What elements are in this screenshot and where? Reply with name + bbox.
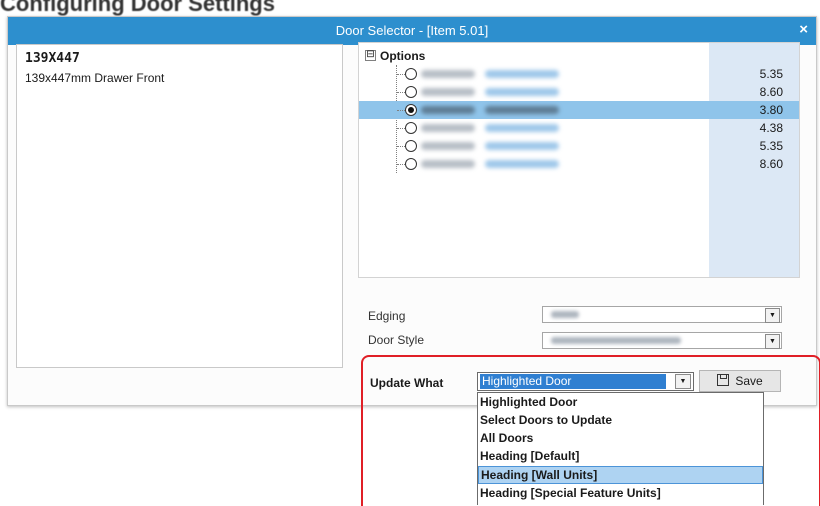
item-description: 139x447mm Drawer Front bbox=[25, 71, 165, 85]
update-what-label: Update What bbox=[370, 376, 444, 390]
update-what-select[interactable]: Highlighted Door ▼ bbox=[477, 372, 694, 391]
option-name-redacted bbox=[421, 70, 475, 78]
option-code-redacted bbox=[485, 124, 559, 132]
options-tree[interactable]: ⊟ Options 5.35 8.60 3.80 4.38 5.35 8.60 bbox=[358, 42, 800, 278]
chevron-down-icon[interactable]: ▼ bbox=[765, 334, 780, 349]
option-radio[interactable] bbox=[405, 86, 417, 98]
option-price: 8.60 bbox=[759, 157, 783, 171]
dropdown-option[interactable]: All Doors bbox=[478, 430, 763, 448]
tree-branch-line bbox=[397, 110, 405, 111]
tree-branch-line bbox=[397, 164, 405, 165]
save-label: Save bbox=[735, 374, 763, 388]
option-price: 8.60 bbox=[759, 85, 783, 99]
edging-select[interactable]: ▼ bbox=[542, 306, 782, 323]
background-window-strip: Configuring Door Settings bbox=[0, 0, 820, 16]
tree-branch-line bbox=[397, 92, 405, 93]
option-code-redacted bbox=[485, 142, 559, 150]
option-price: 5.35 bbox=[759, 139, 783, 153]
dropdown-option[interactable]: Heading [Special Feature Units] bbox=[478, 485, 763, 503]
dropdown-option[interactable]: Select Doors to Update bbox=[478, 412, 763, 430]
window-title: Door Selector - [Item 5.01] bbox=[335, 23, 489, 38]
tree-root-label: Options bbox=[380, 48, 426, 63]
option-name-redacted bbox=[421, 160, 475, 168]
option-name-redacted bbox=[421, 106, 475, 114]
floppy-disk-icon bbox=[717, 374, 730, 386]
tree-branch-line bbox=[397, 146, 405, 147]
option-radio[interactable] bbox=[405, 158, 417, 170]
option-code-redacted bbox=[485, 70, 559, 78]
chevron-down-icon[interactable]: ▼ bbox=[675, 374, 691, 389]
option-row[interactable]: 5.35 bbox=[359, 65, 799, 83]
door-style-label: Door Style bbox=[368, 333, 425, 347]
option-name-redacted bbox=[421, 142, 475, 150]
option-radio[interactable] bbox=[405, 122, 417, 134]
door-style-select[interactable]: ▼ bbox=[542, 332, 782, 349]
option-row[interactable]: 4.38 bbox=[359, 119, 799, 137]
save-button[interactable]: Save bbox=[699, 370, 781, 392]
collapse-icon[interactable]: ⊟ bbox=[365, 50, 376, 62]
edging-label: Edging bbox=[368, 309, 406, 323]
option-code-redacted bbox=[485, 160, 559, 168]
tree-branch-line bbox=[397, 74, 405, 75]
option-price: 5.35 bbox=[759, 67, 783, 81]
update-what-value: Highlighted Door bbox=[480, 374, 666, 389]
update-what-dropdown-list[interactable]: Highlighted Door Select Doors to Update … bbox=[477, 392, 764, 505]
background-heading: Configuring Door Settings bbox=[0, 0, 275, 16]
option-price: 3.80 bbox=[759, 103, 783, 117]
tree-root-options[interactable]: ⊟ Options bbox=[365, 47, 425, 63]
option-name-redacted bbox=[421, 124, 475, 132]
item-code: 139X447 bbox=[25, 51, 80, 66]
dropdown-option[interactable]: Highlighted Door bbox=[478, 394, 763, 412]
option-code-redacted bbox=[485, 106, 559, 114]
option-row[interactable]: 5.35 bbox=[359, 137, 799, 155]
dropdown-option[interactable]: Heading [Default] bbox=[478, 448, 763, 466]
option-radio[interactable] bbox=[405, 140, 417, 152]
close-icon[interactable]: × bbox=[799, 21, 808, 38]
option-radio-checked[interactable] bbox=[405, 104, 417, 116]
option-row[interactable]: 8.60 bbox=[359, 83, 799, 101]
option-row[interactable]: 8.60 bbox=[359, 155, 799, 173]
option-row-selected[interactable]: 3.80 bbox=[359, 101, 799, 119]
item-info-panel: 139X447 139x447mm Drawer Front bbox=[16, 44, 343, 368]
option-radio[interactable] bbox=[405, 68, 417, 80]
option-price: 4.38 bbox=[759, 121, 783, 135]
option-code-redacted bbox=[485, 88, 559, 96]
tree-branch-line bbox=[397, 128, 405, 129]
chevron-down-icon[interactable]: ▼ bbox=[765, 308, 780, 323]
title-bar[interactable]: Door Selector - [Item 5.01] × bbox=[8, 17, 816, 45]
edging-value-redacted bbox=[551, 311, 579, 318]
dropdown-option-highlighted[interactable]: Heading [Wall Units] bbox=[478, 466, 763, 484]
door-style-value-redacted bbox=[551, 337, 681, 344]
option-name-redacted bbox=[421, 88, 475, 96]
